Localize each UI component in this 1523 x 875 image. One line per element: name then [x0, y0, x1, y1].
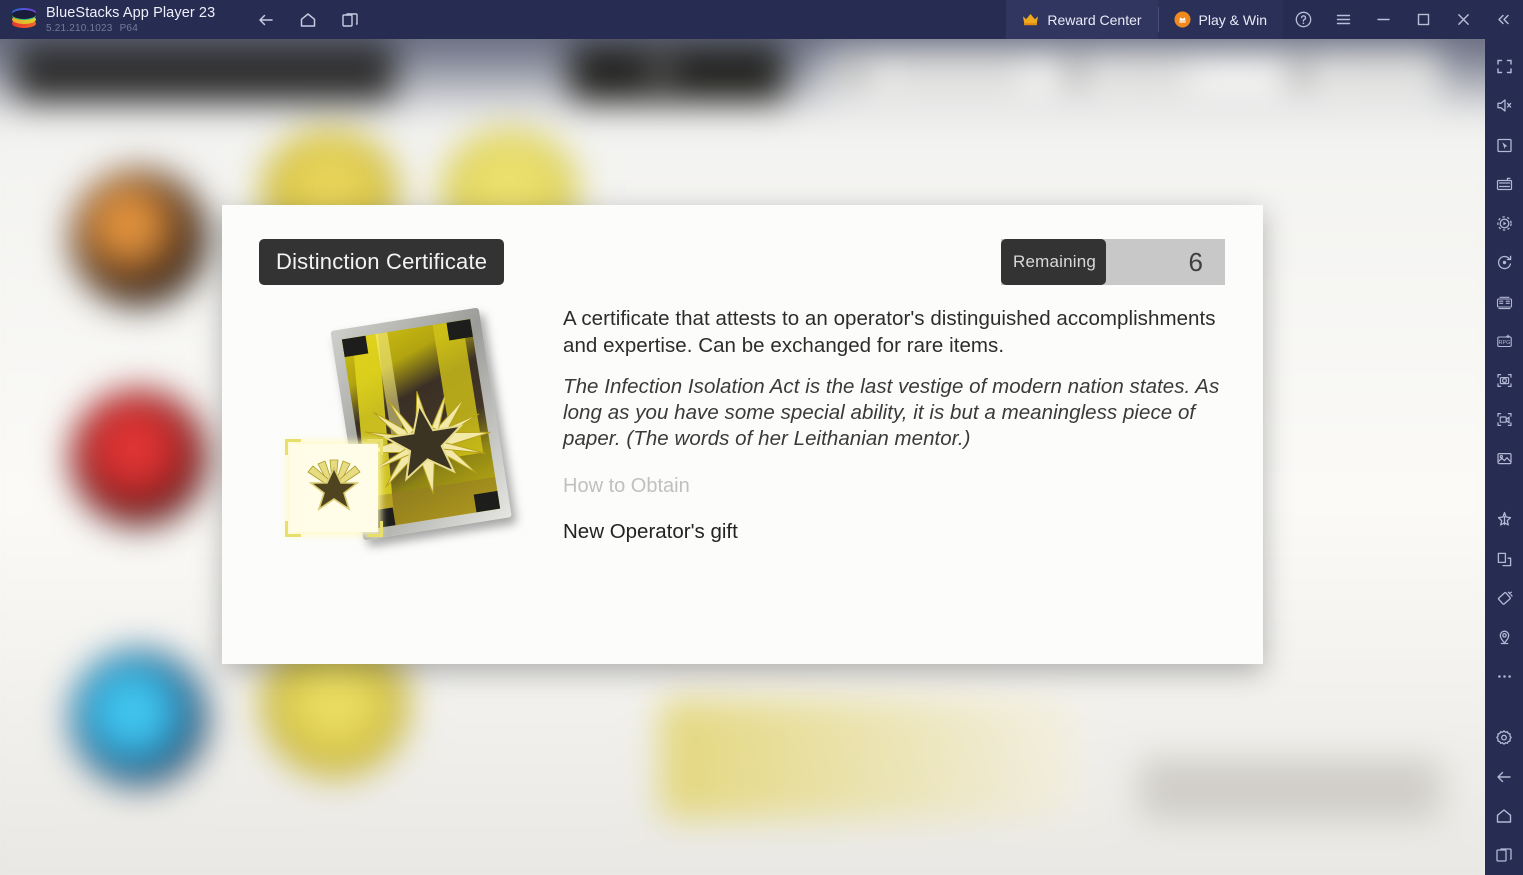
arch-label: P64 — [119, 22, 138, 34]
play-and-win-button[interactable]: Play & Win — [1157, 0, 1283, 39]
multi-instance-manager-icon[interactable] — [1485, 282, 1523, 321]
reward-center-label: Reward Center — [1047, 11, 1142, 28]
item-description: A certificate that attests to an operato… — [563, 307, 1216, 357]
crown-icon — [1023, 14, 1039, 26]
play-and-win-label: Play & Win — [1198, 11, 1267, 28]
distinction-certificate-art — [284, 307, 556, 580]
back-arrow-icon[interactable] — [1485, 757, 1523, 796]
home-icon[interactable] — [297, 9, 319, 31]
close-icon[interactable] — [1443, 0, 1483, 39]
settings-gear-icon[interactable] — [1485, 718, 1523, 757]
window-titlebar: BlueStacks App Player 23 5.21.210.1023 P6… — [0, 0, 1523, 39]
screenshot-icon[interactable] — [1485, 361, 1523, 400]
maximize-icon[interactable] — [1403, 0, 1443, 39]
remaining-count: 6 — [1188, 246, 1203, 277]
titlebar-nav-icons — [255, 9, 361, 31]
mute-icon[interactable] — [1485, 86, 1523, 125]
play-badge-icon — [1174, 11, 1191, 28]
minimize-icon[interactable] — [1363, 0, 1403, 39]
cursor-control-icon[interactable] — [1485, 125, 1523, 164]
how-to-obtain-value: New Operator's gift — [563, 520, 738, 543]
rotate-icon[interactable] — [1485, 243, 1523, 282]
home-icon[interactable] — [1485, 796, 1523, 835]
copy-instance-icon[interactable] — [1485, 539, 1523, 578]
app-version: 5.21.210.1023 P64 — [46, 22, 215, 35]
recent-apps-icon[interactable] — [1485, 836, 1523, 875]
collapse-sidebar-icon[interactable] — [1483, 0, 1523, 39]
item-detail-text: A certificate that attests to an operato… — [563, 305, 1228, 544]
bluestacks-sidebar: RPG — [1485, 39, 1523, 875]
remaining-indicator: 6 Remaining — [1001, 239, 1225, 285]
app-title: BlueStacks App Player 23 — [46, 4, 216, 21]
eco-mode-icon[interactable] — [1485, 500, 1523, 539]
more-options-icon[interactable] — [1485, 657, 1523, 696]
version-number: 5.21.210.1023 — [46, 22, 113, 34]
keyboard-controls-icon[interactable] — [1485, 165, 1523, 204]
item-flavor-text: The Infection Isolation Act is the last … — [563, 375, 1220, 450]
media-manager-icon[interactable] — [1485, 439, 1523, 478]
menu-icon[interactable] — [1323, 0, 1363, 39]
svg-text:RPG: RPG — [1498, 340, 1510, 346]
certificate-badge-icon — [285, 439, 383, 537]
macro-play-icon[interactable] — [1485, 204, 1523, 243]
reward-center-button[interactable]: Reward Center — [1006, 0, 1158, 39]
window-controls — [1283, 0, 1523, 39]
bluestacks-window: Distinction Certificate 6 Remaining A ce… — [0, 0, 1523, 875]
multi-instance-icon[interactable] — [339, 9, 361, 31]
rpg-mode-icon[interactable]: RPG — [1485, 322, 1523, 361]
dialog-title: Distinction Certificate — [259, 239, 505, 285]
back-arrow-icon[interactable] — [255, 9, 277, 31]
item-detail-dialog[interactable]: Distinction Certificate 6 Remaining A ce… — [222, 205, 1263, 664]
bluestacks-logo — [12, 7, 36, 32]
help-icon[interactable] — [1283, 0, 1323, 39]
fullscreen-icon[interactable] — [1485, 47, 1523, 86]
record-screen-icon[interactable] — [1485, 400, 1523, 439]
location-icon[interactable] — [1485, 618, 1523, 657]
how-to-obtain-label: How to Obtain — [563, 475, 690, 497]
remaining-label: Remaining — [1001, 239, 1107, 285]
tilt-control-icon[interactable] — [1485, 579, 1523, 618]
